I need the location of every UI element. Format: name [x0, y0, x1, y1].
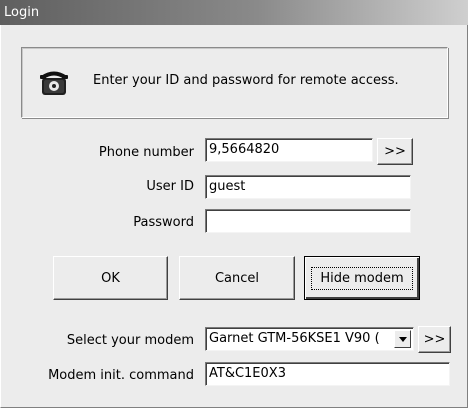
modem-select[interactable]: Garnet GTM-56KSE1 V90 ( [205, 327, 414, 351]
title-bar[interactable]: Login [0, 0, 468, 25]
select-modem-label: Select your modem [66, 333, 194, 348]
modem-select-value: Garnet GTM-56KSE1 V90 ( [209, 331, 380, 346]
modem-init-field[interactable]: AT&C1E0X3 [205, 362, 450, 386]
ok-button-label: OK [101, 270, 120, 286]
info-banner: Enter your ID and password for remote ac… [21, 47, 448, 118]
phone-more-label: >> [384, 144, 406, 159]
hide-modem-button-label: Hide modem [311, 266, 413, 290]
modem-more-button[interactable]: >> [418, 326, 451, 353]
user-id-label: User ID [146, 179, 194, 194]
user-id-field[interactable]: guest [205, 175, 411, 199]
modem-more-label: >> [423, 332, 446, 347]
phone-number-label: Phone number [98, 145, 194, 160]
window-title: Login [4, 5, 40, 20]
chevron-down-icon[interactable] [394, 330, 411, 348]
banner-message: Enter your ID and password for remote ac… [93, 73, 399, 88]
hide-modem-button[interactable]: Hide modem [304, 256, 420, 300]
ok-button[interactable]: OK [53, 256, 168, 300]
password-field[interactable] [205, 209, 411, 233]
phone-more-button[interactable]: >> [377, 138, 413, 165]
phone-number-field[interactable]: 9,5664820 [205, 138, 373, 162]
modem-init-label: Modem init. command [48, 368, 194, 383]
password-label: Password [133, 215, 194, 230]
telephone-icon [40, 71, 68, 95]
cancel-button[interactable]: Cancel [179, 256, 295, 300]
login-dialog: Enter your ID and password for remote ac… [0, 25, 468, 408]
cancel-button-label: Cancel [214, 270, 260, 286]
